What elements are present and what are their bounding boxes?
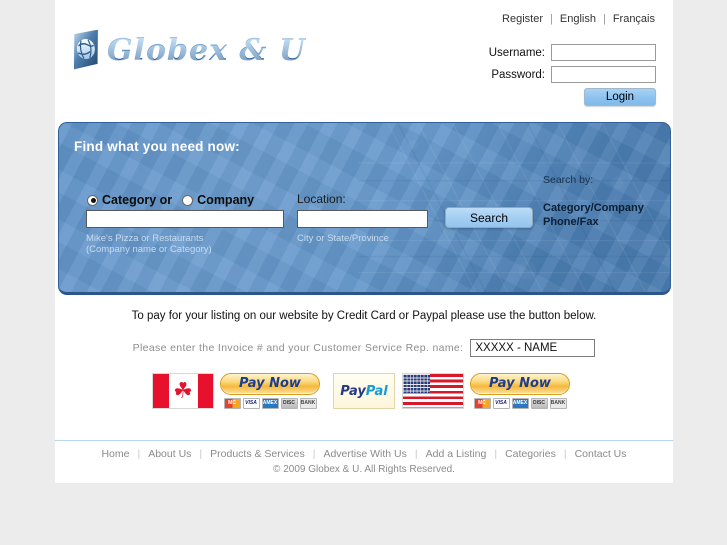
search-query-hint: Mike's Pizza or Restaurants (Company nam… xyxy=(86,233,212,255)
location-input[interactable] xyxy=(297,210,428,228)
paypal-logo-text: PayPal xyxy=(340,384,387,399)
payment-intro-text: To pay for your listing on our website b… xyxy=(131,310,597,322)
usa-pay-now-button[interactable]: Pay Now xyxy=(470,373,570,395)
site-footer: Home | About Us | Products & Services | … xyxy=(55,448,673,475)
paypal-logo-pal: Pal xyxy=(365,383,388,399)
paypal-logo-icon: PayPal xyxy=(333,373,395,409)
location-label: Location: xyxy=(297,192,346,206)
top-nav-separator-1: | xyxy=(550,13,553,25)
footer-separator-2: | xyxy=(199,448,203,460)
footer-separator-1: | xyxy=(137,448,141,460)
site-container: Globex & U Register | English | Français… xyxy=(55,0,673,483)
footer-link-home[interactable]: Home xyxy=(101,448,129,460)
top-link-francais[interactable]: Français xyxy=(613,13,655,25)
footer-separator-5: | xyxy=(494,448,498,460)
page-root: Globex & U Register | English | Français… xyxy=(0,0,727,545)
usa-flag-icon xyxy=(402,373,464,409)
search-button[interactable]: Search xyxy=(445,207,533,228)
footer-separator-3: | xyxy=(312,448,316,460)
canada-flag-icon: ☘ xyxy=(152,373,214,409)
footer-nav: Home | About Us | Products & Services | … xyxy=(55,448,673,460)
search-by-option-1: Category/Company xyxy=(543,202,644,214)
search-type-radio-group: Category or Company xyxy=(87,193,254,207)
top-nav-separator-2: | xyxy=(602,13,606,25)
globe-icon xyxy=(67,29,105,70)
usa-card-icons: MC VISA AMEX DISC BANK xyxy=(470,398,570,409)
footer-link-categories[interactable]: Categories xyxy=(505,448,556,460)
amex-icon: AMEX xyxy=(261,398,279,409)
footer-link-contact-us[interactable]: Contact Us xyxy=(575,448,627,460)
footer-link-about-us[interactable]: About Us xyxy=(148,448,191,460)
search-query-hint-line1: Mike's Pizza or Restaurants xyxy=(86,233,204,244)
radio-company[interactable] xyxy=(182,194,194,206)
bank-icon: BANK xyxy=(549,398,567,409)
location-hint: City or State/Province xyxy=(297,233,389,244)
footer-divider xyxy=(55,440,673,441)
canada-paynow-block: Pay Now MC VISA AMEX DISC BANK xyxy=(220,373,320,409)
search-panel: Find what you need now: Category or Comp… xyxy=(58,122,671,295)
username-row: Username: xyxy=(426,44,656,61)
search-by-option-2: Phone/Fax xyxy=(543,216,599,228)
search-query-hint-line2: (Company name or Category) xyxy=(86,244,212,255)
search-by-label: Search by: xyxy=(543,174,594,186)
radio-company-label: Company xyxy=(197,193,255,207)
top-nav: Register | English | Français xyxy=(502,13,655,25)
discover-icon: DISC xyxy=(530,398,548,409)
canada-card-icons: MC VISA AMEX DISC BANK xyxy=(220,398,320,409)
footer-link-advertise-with-us[interactable]: Advertise With Us xyxy=(323,448,406,460)
username-label: Username: xyxy=(488,46,545,59)
site-logo[interactable]: Globex & U xyxy=(69,27,306,73)
copyright-text: © 2009 Globex & U. All Rights Reserved. xyxy=(273,464,455,475)
password-row: Password: xyxy=(426,66,656,83)
usa-flag-canton xyxy=(403,374,430,393)
password-label: Password: xyxy=(491,68,545,81)
maple-leaf-glyph: ☘ xyxy=(173,378,193,403)
top-link-english[interactable]: English xyxy=(560,13,596,25)
visa-icon: VISA xyxy=(492,398,510,409)
site-header: Globex & U Register | English | Français… xyxy=(55,0,673,120)
radio-category-label: Category or xyxy=(102,193,173,207)
footer-separator-6: | xyxy=(563,448,567,460)
password-input[interactable] xyxy=(551,66,656,83)
amex-icon: AMEX xyxy=(511,398,529,409)
payment-section: To pay for your listing on our website b… xyxy=(55,310,673,409)
visa-icon: VISA xyxy=(242,398,260,409)
usa-paynow-block: Pay Now MC VISA AMEX DISC BANK xyxy=(470,373,570,409)
login-form: Username: Password: Login xyxy=(426,44,656,106)
search-panel-title: Find what you need now: xyxy=(74,139,240,154)
mastercard-icon: MC xyxy=(223,398,241,409)
invoice-row: Please enter the Invoice # and your Cust… xyxy=(55,339,673,357)
top-link-register[interactable]: Register xyxy=(502,13,543,25)
mastercard-icon: MC xyxy=(473,398,491,409)
discover-icon: DISC xyxy=(280,398,298,409)
search-by-options: Category/Company Phone/Fax xyxy=(543,201,644,229)
site-logo-text: Globex & U xyxy=(107,32,307,68)
radio-category[interactable] xyxy=(87,194,98,206)
invoice-label: Please enter the Invoice # and your Cust… xyxy=(132,342,464,354)
footer-link-products-services[interactable]: Products & Services xyxy=(210,448,305,460)
search-query-input[interactable] xyxy=(86,210,284,228)
invoice-input[interactable] xyxy=(470,339,596,357)
footer-link-add-a-listing[interactable]: Add a Listing xyxy=(426,448,487,460)
paypal-logo-pay: Pay xyxy=(340,383,366,399)
login-button[interactable]: Login xyxy=(584,88,656,106)
footer-separator-4: | xyxy=(414,448,418,460)
canada-pay-now-button[interactable]: Pay Now xyxy=(220,373,320,395)
payment-buttons-row: ☘ Pay Now MC VISA AMEX DISC BANK PayPal xyxy=(55,373,673,409)
bank-icon: BANK xyxy=(299,398,317,409)
username-input[interactable] xyxy=(551,44,656,61)
